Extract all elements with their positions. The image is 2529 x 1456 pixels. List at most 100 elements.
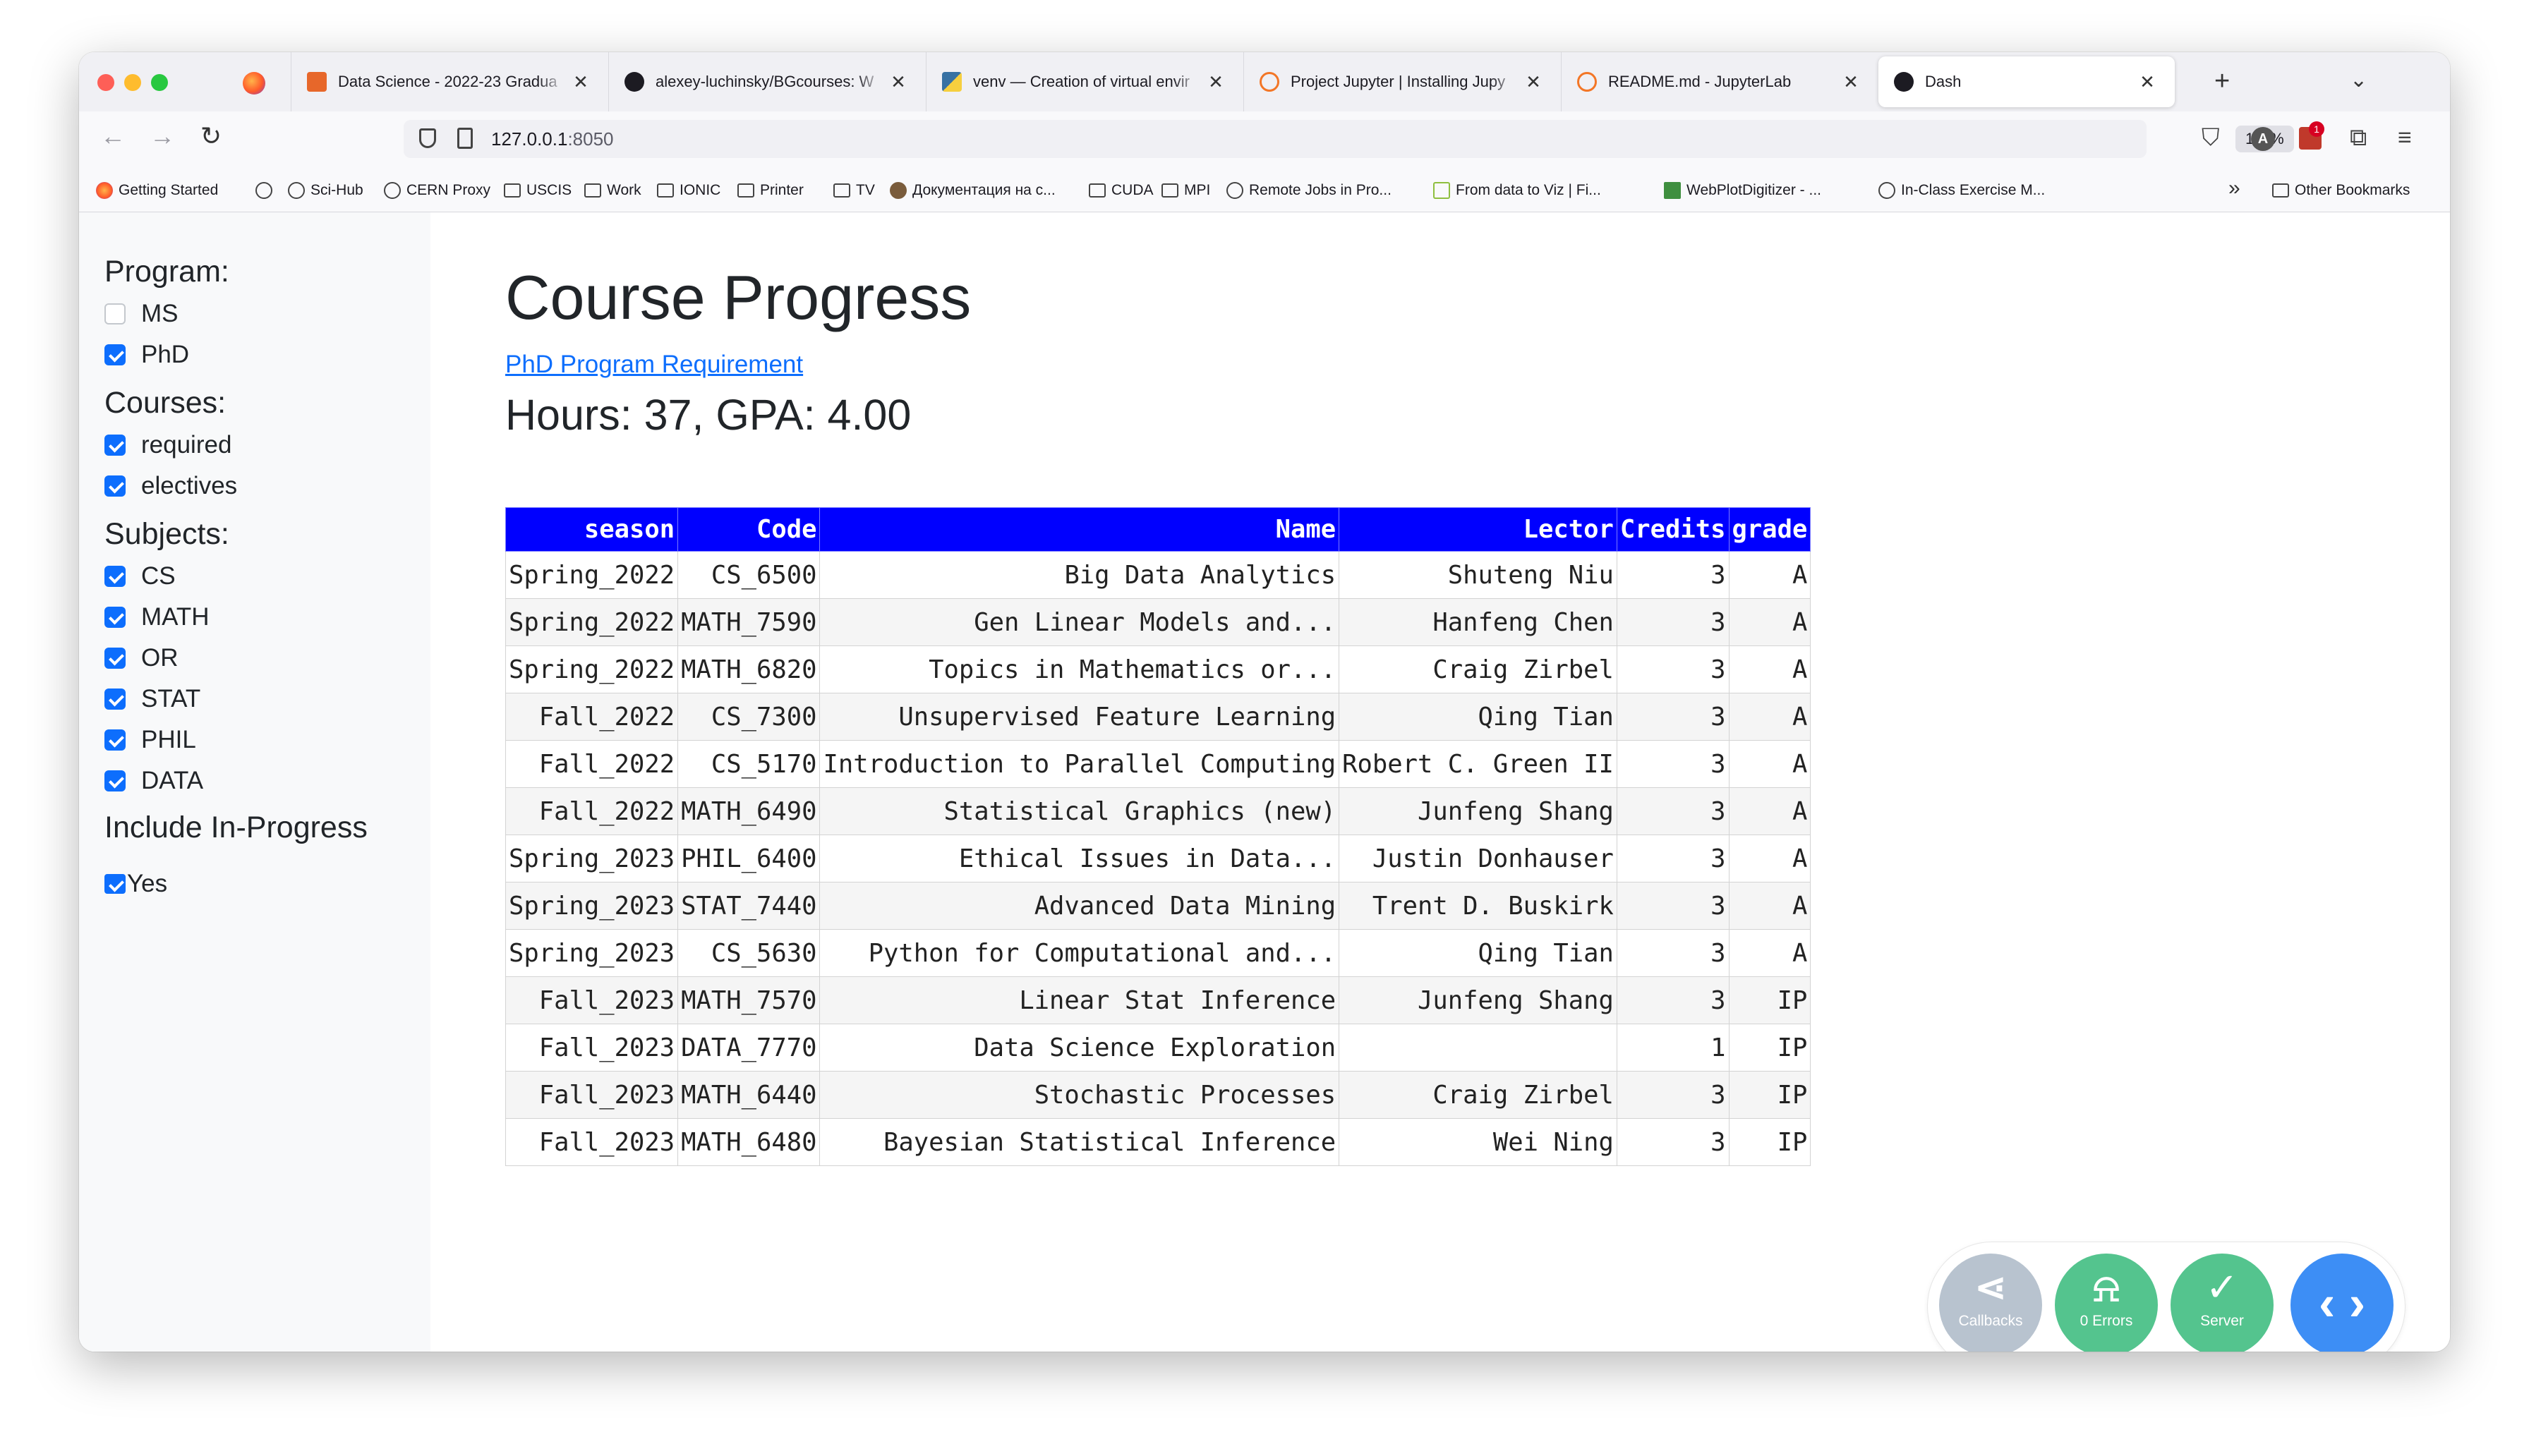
table-cell-code[interactable]: MATH_6480 xyxy=(677,1118,821,1166)
site-info-icon[interactable] xyxy=(457,128,473,149)
browser-tab[interactable]: Dash ✕ xyxy=(1878,56,2175,107)
table-cell-lector[interactable]: Qing Tian xyxy=(1339,693,1617,741)
column-header-lector[interactable]: Lector xyxy=(1339,507,1617,552)
table-cell-credits[interactable]: 3 xyxy=(1616,1071,1730,1119)
table-cell-grade[interactable]: A xyxy=(1728,693,1811,741)
table-cell-lector[interactable]: Craig Zirbel xyxy=(1339,1071,1617,1119)
table-cell-code[interactable]: STAT_7440 xyxy=(677,882,821,930)
table-cell-name[interactable]: Python for Computational and... xyxy=(819,929,1340,977)
table-cell-lector[interactable] xyxy=(1339,1024,1617,1072)
close-tab-icon[interactable]: ✕ xyxy=(1523,71,1544,93)
column-header-code[interactable]: Code xyxy=(677,507,821,552)
table-cell-season[interactable]: Fall_2023 xyxy=(505,1024,679,1072)
table-cell-lector[interactable]: Hanfeng Chen xyxy=(1339,598,1617,646)
table-cell-lector[interactable]: Junfeng Shang xyxy=(1339,787,1617,835)
checkbox-checked[interactable] xyxy=(104,475,126,497)
checkbox-checked[interactable] xyxy=(104,688,126,710)
table-cell-name[interactable]: Stochastic Processes xyxy=(819,1071,1340,1119)
table-cell-grade[interactable]: A xyxy=(1728,551,1811,599)
pocket-icon[interactable]: ⛉ xyxy=(2202,124,2220,152)
address-bar[interactable]: 127.0.0.1:8050 110% ☆ xyxy=(404,120,2323,158)
checkbox-checked[interactable] xyxy=(104,344,126,365)
table-cell-season[interactable]: Fall_2022 xyxy=(505,740,679,788)
table-cell-lector[interactable]: Wei Ning xyxy=(1339,1118,1617,1166)
table-cell-grade[interactable]: A xyxy=(1728,929,1811,977)
bookmark-item[interactable]: From data to Viz | Fi... xyxy=(1433,176,1601,205)
checkbox-unchecked[interactable] xyxy=(104,303,126,324)
table-cell-name[interactable]: Linear Stat Inference xyxy=(819,976,1340,1024)
browser-tab[interactable]: Project Jupyter | Installing Jupy ✕ xyxy=(1243,52,1561,111)
bookmark-item[interactable]: Printer xyxy=(737,176,804,205)
table-cell-lector[interactable]: Robert C. Green II xyxy=(1339,740,1617,788)
table-cell-code[interactable]: CS_5170 xyxy=(677,740,821,788)
table-cell-code[interactable]: CS_6500 xyxy=(677,551,821,599)
table-cell-credits[interactable]: 3 xyxy=(1616,929,1730,977)
bookmark-item[interactable]: TV xyxy=(833,176,875,205)
table-cell-name[interactable]: Introduction to Parallel Computing xyxy=(819,740,1340,788)
program-option-ms[interactable]: MS xyxy=(104,298,179,329)
table-cell-credits[interactable]: 3 xyxy=(1616,645,1730,693)
new-tab-button[interactable]: + xyxy=(2214,66,2230,97)
table-cell-credits[interactable]: 3 xyxy=(1616,835,1730,882)
table-cell-grade[interactable]: A xyxy=(1728,882,1811,930)
errors-button[interactable]: ⍾ 0 Errors xyxy=(2055,1254,2158,1352)
reload-icon[interactable]: ↻ xyxy=(200,121,222,151)
list-all-tabs-button[interactable]: ⌄ xyxy=(2350,68,2367,92)
close-tab-icon[interactable]: ✕ xyxy=(570,71,591,93)
table-cell-name[interactable]: Bayesian Statistical Inference xyxy=(819,1118,1340,1166)
table-cell-code[interactable]: PHIL_6400 xyxy=(677,835,821,882)
bookmark-item[interactable] xyxy=(255,176,278,205)
browser-tab[interactable]: venv — Creation of virtual envir ✕ xyxy=(926,52,1243,111)
checkbox-checked[interactable] xyxy=(104,648,126,669)
bookmark-item[interactable]: Getting Started xyxy=(96,176,218,205)
back-icon[interactable]: ← xyxy=(100,121,126,151)
table-cell-name[interactable]: Unsupervised Feature Learning xyxy=(819,693,1340,741)
table-cell-season[interactable]: Fall_2022 xyxy=(505,787,679,835)
table-cell-code[interactable]: MATH_7590 xyxy=(677,598,821,646)
table-cell-name[interactable]: Ethical Issues in Data... xyxy=(819,835,1340,882)
subject-option-cs[interactable]: CS xyxy=(104,561,176,592)
bookmark-item[interactable]: CERN Proxy xyxy=(384,176,490,205)
table-cell-code[interactable]: MATH_6440 xyxy=(677,1071,821,1119)
table-cell-grade[interactable]: A xyxy=(1728,835,1811,882)
table-cell-code[interactable]: CS_7300 xyxy=(677,693,821,741)
column-header-credits[interactable]: Credits xyxy=(1616,507,1730,552)
maximize-window-button[interactable] xyxy=(151,74,168,91)
table-cell-credits[interactable]: 3 xyxy=(1616,740,1730,788)
table-cell-code[interactable]: CS_5630 xyxy=(677,929,821,977)
close-tab-icon[interactable]: ✕ xyxy=(888,71,909,93)
table-cell-lector[interactable]: Justin Donhauser xyxy=(1339,835,1617,882)
table-cell-season[interactable]: Fall_2023 xyxy=(505,1118,679,1166)
table-cell-code[interactable]: DATA_7770 xyxy=(677,1024,821,1072)
browser-tab[interactable]: alexey-luchinsky/BGcourses: W ✕ xyxy=(608,52,926,111)
menu-icon[interactable]: ≡ xyxy=(2398,124,2412,152)
checkbox-checked[interactable] xyxy=(104,729,126,751)
table-cell-name[interactable]: Big Data Analytics xyxy=(819,551,1340,599)
bookmark-item[interactable]: Документация на с... xyxy=(890,176,1056,205)
checkbox-checked[interactable] xyxy=(104,874,126,894)
table-cell-grade[interactable]: A xyxy=(1728,740,1811,788)
close-tab-icon[interactable]: ✕ xyxy=(1840,71,1861,93)
other-bookmarks-folder[interactable]: Other Bookmarks xyxy=(2272,176,2410,205)
subject-option-phil[interactable]: PHIL xyxy=(104,724,196,756)
table-cell-season[interactable]: Fall_2023 xyxy=(505,976,679,1024)
callbacks-button[interactable]: ⋖ Callbacks xyxy=(1939,1254,2042,1352)
bookmark-item[interactable]: Sci-Hub xyxy=(288,176,363,205)
table-cell-season[interactable]: Fall_2022 xyxy=(505,693,679,741)
table-cell-credits[interactable]: 3 xyxy=(1616,551,1730,599)
table-cell-season[interactable]: Spring_2023 xyxy=(505,882,679,930)
bookmark-item[interactable]: CUDA xyxy=(1089,176,1154,205)
close-tab-icon[interactable]: ✕ xyxy=(2137,71,2158,93)
bookmark-item[interactable]: MPI xyxy=(1161,176,1210,205)
table-cell-season[interactable]: Spring_2022 xyxy=(505,645,679,693)
server-button[interactable]: ✓ Server xyxy=(2171,1254,2274,1352)
table-cell-grade[interactable]: A xyxy=(1728,645,1811,693)
bookmark-item[interactable]: WebPlotDigitizer - ... xyxy=(1664,176,1821,205)
bookmark-item[interactable]: USCIS xyxy=(504,176,572,205)
bookmark-item[interactable]: In-Class Exercise M... xyxy=(1878,176,2045,205)
bookmarks-overflow-icon[interactable]: » xyxy=(2228,176,2240,200)
table-cell-credits[interactable]: 3 xyxy=(1616,976,1730,1024)
table-cell-credits[interactable]: 3 xyxy=(1616,787,1730,835)
table-cell-grade[interactable]: A xyxy=(1728,787,1811,835)
table-cell-credits[interactable]: 3 xyxy=(1616,882,1730,930)
